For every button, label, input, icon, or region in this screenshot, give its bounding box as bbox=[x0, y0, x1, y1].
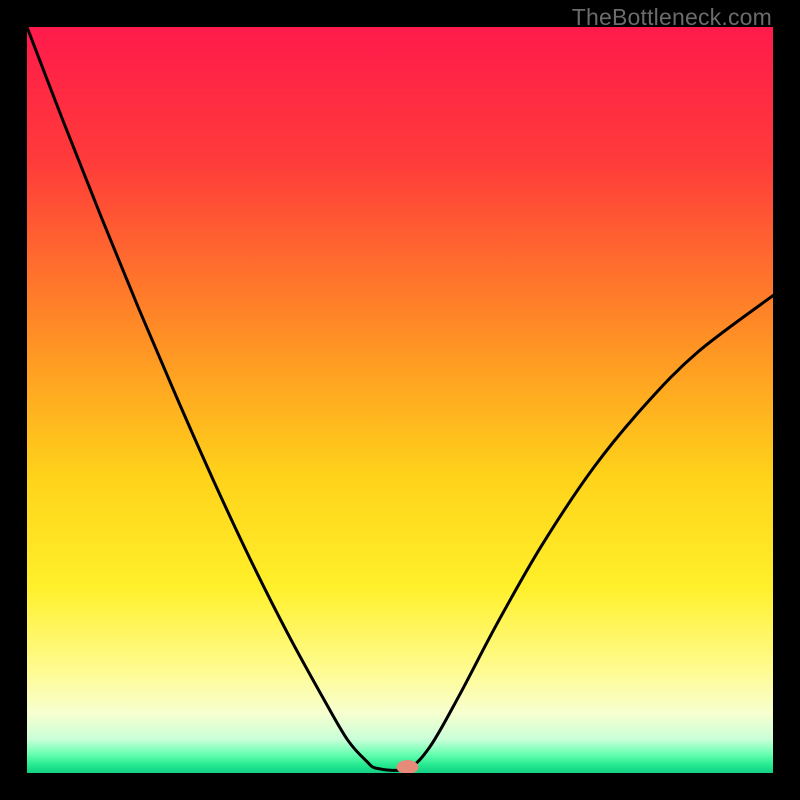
chart-frame bbox=[27, 27, 773, 773]
bottleneck-chart bbox=[27, 27, 773, 773]
watermark-text: TheBottleneck.com bbox=[572, 4, 772, 31]
chart-background bbox=[27, 27, 773, 773]
